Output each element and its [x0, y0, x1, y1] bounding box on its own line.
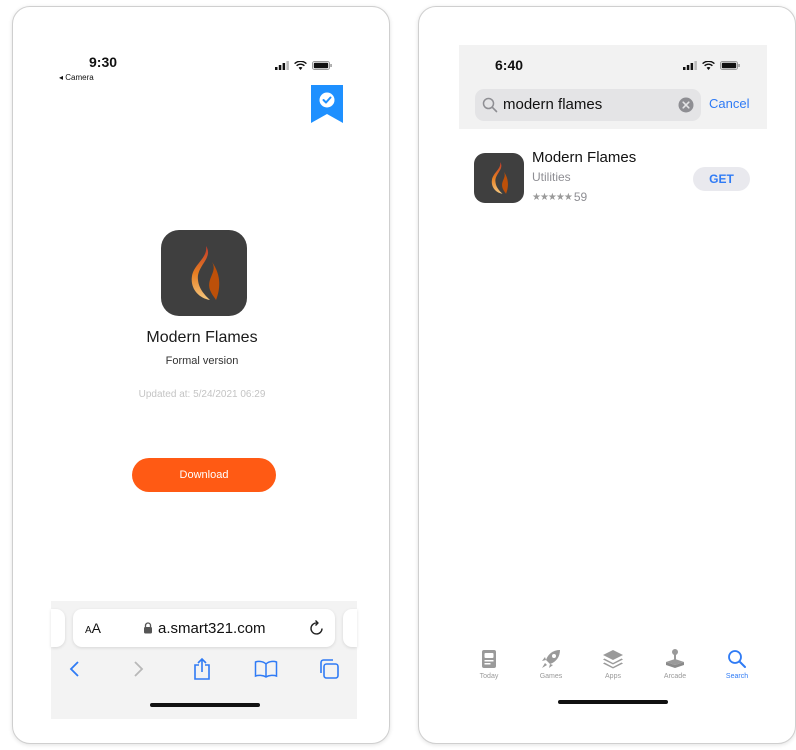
text-size-large-label: A [91, 620, 102, 636]
url-text: a.smart321.com [158, 619, 266, 637]
forward-button[interactable] [124, 655, 154, 683]
address-bar[interactable]: AA a.smart321.com [73, 609, 335, 647]
download-button[interactable]: Download [132, 458, 276, 492]
wifi-icon [294, 61, 307, 70]
back-button[interactable] [59, 655, 89, 683]
tab-label: Search [725, 673, 749, 680]
verified-bookmark-icon [311, 85, 343, 123]
previous-tab-preview[interactable] [51, 609, 65, 647]
cellular-signal-icon [683, 61, 697, 70]
safari-toolbar: AA a.smart321.com [51, 601, 357, 719]
search-icon [482, 97, 498, 113]
tabs-icon [320, 659, 339, 679]
status-icons [683, 61, 740, 70]
tab-label: Arcade [663, 673, 687, 680]
search-icon [728, 650, 746, 668]
wifi-icon [702, 61, 715, 70]
app-version: Formal version [165, 355, 239, 367]
flame-icon [191, 246, 220, 300]
phone-right-app-store: 6:40 modern flames Cancel Modern Flames … [418, 6, 796, 744]
app-icon [161, 230, 247, 316]
status-icons [275, 61, 332, 70]
status-time: 6:40 [495, 57, 524, 73]
book-icon [254, 660, 278, 678]
chevron-left-icon [69, 661, 79, 677]
get-button[interactable]: GET [693, 167, 750, 191]
phone-left-browser: 9:30 ◂ Camera Modern Flames Formal versi… [12, 6, 390, 744]
tab-label: Today [479, 673, 499, 680]
result-rating: ★★★★★ 59 [532, 190, 587, 204]
share-button[interactable] [187, 655, 217, 683]
next-tab-preview[interactable] [343, 609, 357, 647]
status-time: 9:30 [89, 54, 118, 70]
result-app-name[interactable]: Modern Flames [532, 149, 636, 166]
joystick-icon [666, 649, 684, 668]
url-display[interactable]: a.smart321.com [143, 620, 266, 637]
back-to-camera-link[interactable]: ◂ Camera [59, 73, 94, 82]
rating-stars: ★★★★★ [532, 191, 573, 203]
tab-label: Games [539, 673, 563, 680]
rating-count: 59 [573, 190, 588, 204]
bookmarks-button[interactable] [251, 655, 281, 683]
home-indicator [558, 700, 668, 704]
result-category: Utilities [532, 170, 571, 184]
today-icon [482, 650, 496, 668]
search-header: 6:40 modern flames Cancel [459, 45, 767, 129]
browser-nav-row [51, 651, 357, 687]
home-indicator [150, 703, 260, 707]
app-store-tab-bar: Today Games Apps Arcade Search [459, 643, 767, 695]
layers-icon [603, 650, 623, 669]
tab-apps[interactable]: Apps [588, 647, 638, 680]
battery-icon [720, 61, 740, 70]
tab-games[interactable]: Games [526, 647, 576, 680]
updated-at: Updated at: 5/24/2021 06:29 [138, 389, 266, 400]
clear-search-icon[interactable] [678, 97, 694, 113]
rocket-icon [542, 650, 560, 668]
chevron-right-icon [134, 661, 144, 677]
tab-search[interactable]: Search [712, 647, 762, 680]
cellular-signal-icon [275, 61, 289, 70]
text-size-small-label: A [85, 625, 92, 636]
reload-icon[interactable] [309, 619, 325, 637]
search-input[interactable]: modern flames [475, 89, 701, 121]
flame-icon [491, 162, 508, 194]
tab-label: Apps [605, 673, 621, 680]
cancel-button[interactable]: Cancel [709, 96, 749, 111]
lock-icon [144, 622, 152, 634]
text-size-button[interactable]: AA [85, 620, 101, 636]
battery-icon [312, 61, 332, 70]
search-query: modern flames [503, 96, 603, 113]
app-name: Modern Flames [146, 329, 258, 346]
tab-arcade[interactable]: Arcade [650, 647, 700, 680]
share-icon [194, 657, 210, 680]
tabs-button[interactable] [314, 655, 344, 683]
tab-today[interactable]: Today [464, 647, 514, 680]
result-app-icon[interactable] [474, 153, 524, 203]
